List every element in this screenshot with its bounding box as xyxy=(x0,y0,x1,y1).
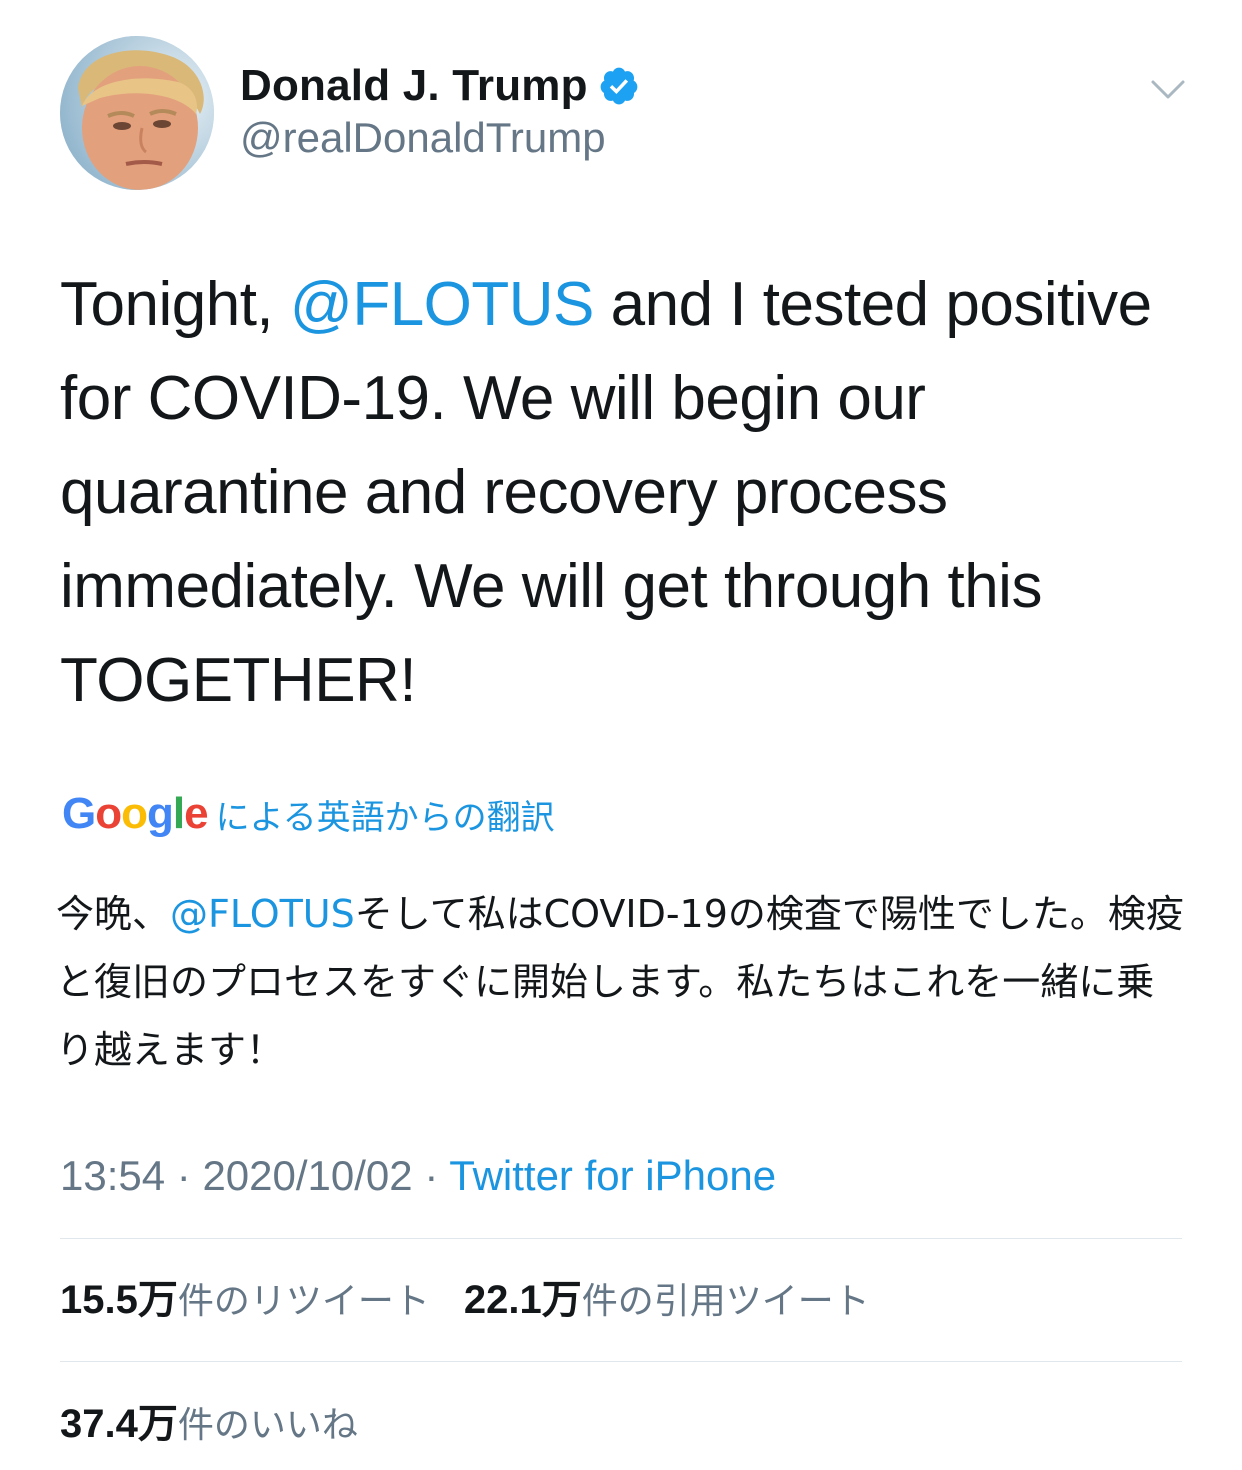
google-logo-letter: o xyxy=(95,789,122,838)
google-logo-letter: g xyxy=(147,789,174,838)
verified-badge-icon xyxy=(598,65,640,107)
tweet-detail: Donald J. Trump @realDonaldTrump Tonight… xyxy=(0,0,1242,1470)
likes-count: 37.4万 xyxy=(60,1402,178,1446)
google-logo-letter: o xyxy=(121,789,148,838)
user-handle[interactable]: @realDonaldTrump xyxy=(240,114,606,162)
translated-text: 今晩、@FLOTUSそして私はCOVID-19の検査で陽性でした。検疫と復旧のプ… xyxy=(56,880,1186,1084)
stats-row: 15.5万件のリツイート 22.1万件の引用ツイート xyxy=(60,1270,870,1330)
mention-link[interactable]: @FLOTUS xyxy=(290,270,595,339)
retweets-label: 件のリツイート xyxy=(177,1281,430,1322)
display-name[interactable]: Donald J. Trump xyxy=(240,61,588,111)
chevron-down-icon[interactable] xyxy=(1150,74,1186,104)
retweets-stat[interactable]: 15.5万件のリツイート xyxy=(60,1278,430,1322)
tweet-meta: 13:54 · 2020/10/02 · Twitter for iPhone xyxy=(60,1148,776,1204)
likes-stat[interactable]: 37.4万件のいいね xyxy=(60,1402,358,1446)
translated-mention-link[interactable]: @FLOTUS xyxy=(170,892,355,936)
translated-text-part: 今晩、 xyxy=(56,892,171,936)
avatar[interactable] xyxy=(60,36,214,190)
avatar-image xyxy=(60,36,214,190)
quotes-label: 件の引用ツイート xyxy=(581,1281,870,1322)
retweets-count: 15.5万 xyxy=(60,1278,178,1322)
tweet-date[interactable]: 2020/10/02 xyxy=(202,1152,412,1199)
tweet-text-part: Tonight, xyxy=(60,270,290,339)
user-name-row[interactable]: Donald J. Trump xyxy=(240,58,640,114)
divider xyxy=(60,1361,1182,1362)
likes-label: 件のいいね xyxy=(177,1405,358,1446)
translation-attribution: Google による英語からの翻訳 xyxy=(62,786,555,842)
google-logo: Google xyxy=(62,789,209,839)
meta-separator: · xyxy=(412,1152,450,1199)
meta-separator: · xyxy=(165,1152,203,1199)
google-logo-letter: l xyxy=(172,789,185,838)
tweet-text: Tonight, @FLOTUS and I tested positive f… xyxy=(60,258,1200,728)
quotes-count: 22.1万 xyxy=(463,1278,582,1322)
google-logo-letter: G xyxy=(62,789,96,838)
divider xyxy=(60,1238,1182,1239)
likes-row: 37.4万件のいいね xyxy=(60,1394,358,1454)
quotes-stat[interactable]: 22.1万件の引用ツイート xyxy=(463,1278,870,1322)
tweet-time[interactable]: 13:54 xyxy=(60,1152,165,1199)
google-logo-letter: e xyxy=(184,789,209,838)
tweet-source-link[interactable]: Twitter for iPhone xyxy=(449,1152,776,1199)
translation-label[interactable]: による英語からの翻訳 xyxy=(216,790,555,839)
